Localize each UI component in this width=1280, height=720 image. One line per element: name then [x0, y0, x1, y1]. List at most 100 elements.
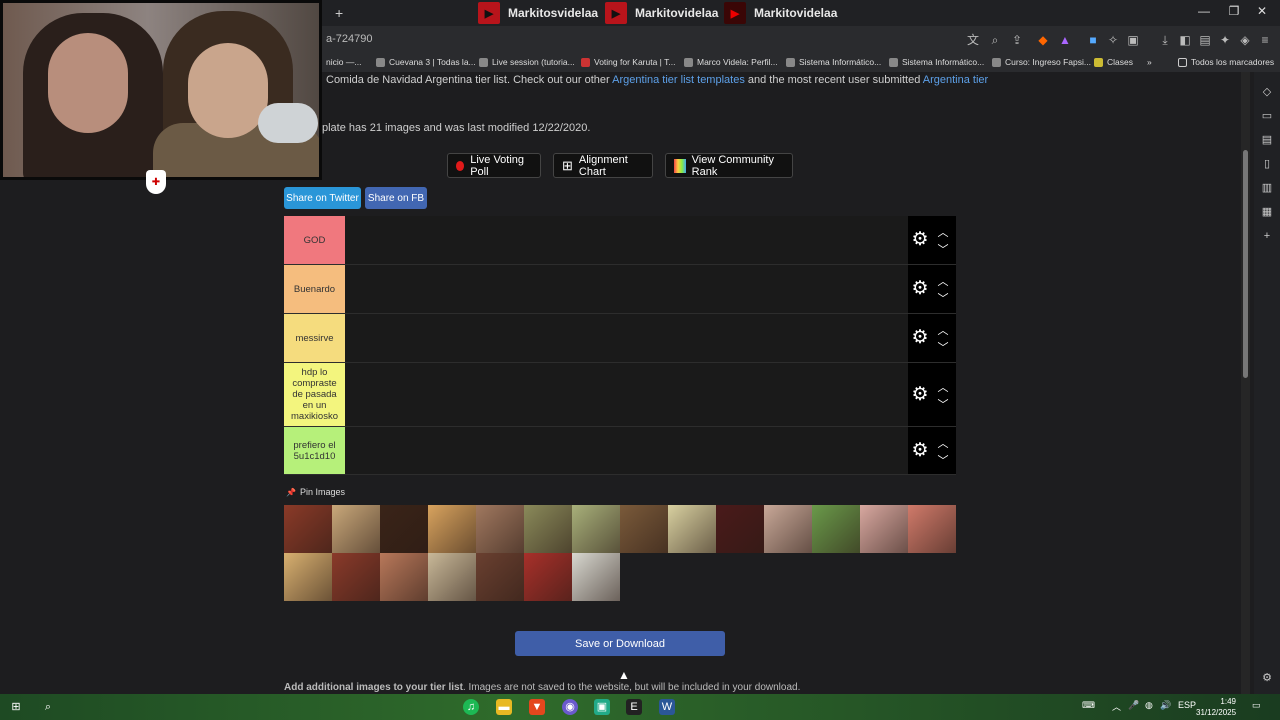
taskbar-clock[interactable]: 1:49 31/12/2025	[1196, 696, 1236, 718]
chevron-up-icon[interactable]: ︿	[936, 224, 950, 240]
microphone-icon[interactable]: 🎤	[1128, 700, 1139, 711]
food-image[interactable]	[332, 553, 380, 601]
tier-label[interactable]: Buenardo	[284, 265, 345, 313]
bookmarks-icon[interactable]: ▯	[1259, 156, 1275, 172]
url-field[interactable]: a-724790	[326, 33, 373, 45]
food-image[interactable]	[524, 505, 572, 553]
extension-icon[interactable]: ■	[1086, 33, 1100, 47]
food-image[interactable]	[908, 505, 956, 553]
food-image[interactable]	[620, 505, 668, 553]
rewards-icon[interactable]: ▲	[1058, 33, 1072, 47]
brave-shield-icon[interactable]: ◆	[1036, 33, 1050, 47]
gear-icon[interactable]: ⚙	[910, 279, 930, 299]
app-icon[interactable]: ▣	[594, 699, 610, 715]
pin-images-toggle[interactable]: 📌 Pin Images	[286, 487, 345, 497]
language-indicator[interactable]: ESP	[1178, 700, 1196, 710]
restore-icon[interactable]: ❐	[1224, 4, 1244, 18]
epic-games-icon[interactable]: E	[626, 699, 642, 715]
add-icon[interactable]: +	[1259, 228, 1275, 244]
chevron-down-icon[interactable]: ﹀	[936, 241, 950, 257]
wallet-icon[interactable]: ▤	[1259, 132, 1275, 148]
food-image[interactable]	[476, 553, 524, 601]
settings-gear-icon[interactable]: ⚙	[1259, 670, 1275, 686]
download-icon[interactable]: ⤓	[1158, 33, 1172, 47]
close-icon[interactable]: ✕	[1252, 4, 1272, 18]
vpn-icon[interactable]: ◈	[1238, 33, 1252, 47]
chevron-down-icon[interactable]: ﹀	[936, 452, 950, 468]
brave-icon[interactable]: ▼	[529, 699, 545, 715]
keyboard-icon[interactable]: ⌨	[1082, 700, 1095, 711]
bookmark-item[interactable]: Sistema Informático...	[786, 57, 881, 67]
chevron-up-icon[interactable]: ︿	[936, 273, 950, 289]
live-voting-poll-button[interactable]: Live Voting Poll	[447, 153, 541, 178]
leo-icon[interactable]: ◇	[1259, 84, 1275, 100]
history-icon[interactable]: ▦	[1259, 204, 1275, 220]
share-twitter-button[interactable]: Share on Twitter	[284, 187, 361, 209]
alignment-chart-button[interactable]: ⊞ Alignment Chart	[553, 153, 653, 178]
tier-label[interactable]: messirve	[284, 314, 345, 362]
tray-chevron-icon[interactable]: ︿	[1112, 700, 1121, 713]
food-image[interactable]	[860, 505, 908, 553]
food-image[interactable]	[572, 505, 620, 553]
food-image[interactable]	[284, 505, 332, 553]
scrollbar-thumb[interactable]	[1243, 150, 1248, 378]
share-icon[interactable]: ⇪	[1010, 33, 1024, 47]
bookmark-item[interactable]: Voting for Karuta | T...	[581, 57, 675, 67]
food-image[interactable]	[764, 505, 812, 553]
menu-icon[interactable]: ≡	[1258, 33, 1272, 47]
food-image[interactable]	[812, 505, 860, 553]
bookmark-item[interactable]: Marco Videla: Perfil...	[684, 57, 778, 67]
food-image[interactable]	[524, 553, 572, 601]
bookmark-item[interactable]: Live session (tutoria...	[479, 57, 575, 67]
wallet-icon[interactable]: ▤	[1198, 33, 1212, 47]
chevron-up-icon[interactable]: ︿	[936, 379, 950, 395]
bookmark-item[interactable]: Curso: Ingreso Fapsi...	[992, 57, 1091, 67]
food-image[interactable]	[380, 505, 428, 553]
chevron-up-icon[interactable]: ︿	[936, 435, 950, 451]
sidebar-toggle-icon[interactable]: ◧	[1178, 33, 1192, 47]
chevron-down-icon[interactable]: ﹀	[936, 290, 950, 306]
tier-drop-zone[interactable]	[345, 265, 908, 313]
screenshot-icon[interactable]: ▣	[1126, 33, 1140, 47]
minimize-icon[interactable]: —	[1194, 4, 1214, 18]
search-icon[interactable]: ⌕	[40, 699, 56, 715]
food-image[interactable]	[284, 553, 332, 601]
community-rank-button[interactable]: View Community Rank	[665, 153, 793, 178]
new-tab-button[interactable]: +	[335, 5, 343, 21]
browser-tab[interactable]: ▶ Markitovidelaa	[605, 0, 718, 26]
browser-tab[interactable]: ▶ Markitovidelaa	[724, 0, 837, 26]
food-image[interactable]	[476, 505, 524, 553]
chevron-down-icon[interactable]: ﹀	[936, 339, 950, 355]
add-images-link[interactable]: Add additional images to your tier list	[284, 682, 463, 693]
spotify-icon[interactable]: ♫	[463, 699, 479, 715]
gear-icon[interactable]: ⚙	[910, 230, 930, 250]
puzzle-icon[interactable]: ✧	[1106, 33, 1120, 47]
food-image[interactable]	[428, 553, 476, 601]
all-bookmarks[interactable]: Todos los marcadores	[1178, 57, 1274, 67]
translate-icon[interactable]: 文	[966, 33, 980, 47]
food-image[interactable]	[716, 505, 764, 553]
gear-icon[interactable]: ⚙	[910, 440, 930, 461]
network-icon[interactable]: ◍	[1145, 700, 1153, 711]
tier-drop-zone[interactable]	[345, 363, 908, 426]
notifications-icon[interactable]: ▭	[1252, 700, 1261, 711]
save-download-button[interactable]: Save or Download	[515, 631, 725, 656]
tier-label[interactable]: hdp lo compraste de pasada en un maxikio…	[284, 363, 345, 426]
bookmark-item[interactable]: Sistema Informático...	[889, 57, 984, 67]
file-explorer-icon[interactable]: ▬	[496, 699, 512, 715]
bookmark-item[interactable]: nicio —...	[326, 57, 361, 67]
leo-icon[interactable]: ✦	[1218, 33, 1232, 47]
app-icon[interactable]: ◉	[562, 699, 578, 715]
tier-drop-zone[interactable]	[345, 216, 908, 264]
food-image[interactable]	[428, 505, 476, 553]
bookmarks-more[interactable]: »	[1147, 57, 1152, 67]
tier-drop-zone[interactable]	[345, 427, 908, 474]
bookmark-item[interactable]: Clases	[1094, 57, 1133, 67]
browser-tab[interactable]: ▶ Markitosvidelaa	[478, 0, 598, 26]
templates-link[interactable]: Argentina tier list templates	[612, 74, 745, 86]
food-image[interactable]	[572, 553, 620, 601]
gear-icon[interactable]: ⚙	[910, 384, 930, 405]
user-tierlists-link[interactable]: Argentina tier	[923, 74, 988, 86]
chevron-up-icon[interactable]: ︿	[936, 322, 950, 338]
playlist-icon[interactable]: ▭	[1259, 108, 1275, 124]
